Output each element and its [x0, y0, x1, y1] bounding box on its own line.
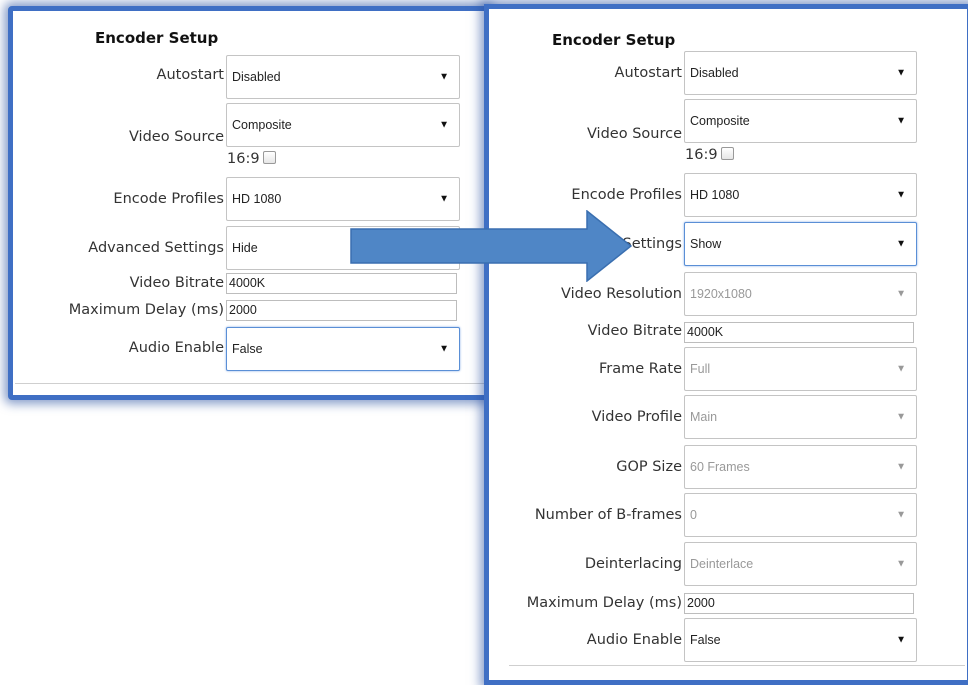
- chevron-down-icon: ▼: [896, 189, 906, 201]
- chevron-down-icon: ▼: [896, 288, 906, 300]
- autostart-select[interactable]: Disabled ▼: [226, 55, 460, 99]
- aspect-16-9-label: 16:9: [227, 151, 260, 167]
- max-delay-label: Maximum Delay (ms): [68, 302, 224, 318]
- audio-enable-select[interactable]: False ▼: [226, 327, 460, 371]
- advanced-settings-value: Hide: [232, 241, 258, 255]
- chevron-down-icon: ▼: [896, 67, 906, 79]
- aspect-16-9-checkbox[interactable]: [262, 151, 276, 164]
- video-source-label: Video Source: [128, 129, 224, 145]
- encode-profiles-label: Encode Profiles: [571, 187, 682, 203]
- video-source-select[interactable]: Composite ▼: [684, 99, 917, 143]
- deinterlacing-label: Deinterlacing: [584, 556, 682, 572]
- chevron-down-icon: ▼: [439, 71, 449, 83]
- video-source-select[interactable]: Composite ▼: [226, 103, 460, 147]
- gop-size-select[interactable]: 60 Frames ▼: [684, 445, 917, 489]
- b-frames-value: 0: [690, 508, 697, 522]
- aspect-16-9-checkbox[interactable]: [720, 147, 734, 160]
- audio-enable-label: Audio Enable: [586, 632, 682, 648]
- autostart-value: Disabled: [232, 70, 281, 84]
- chevron-down-icon: ▼: [896, 634, 906, 646]
- audio-enable-select[interactable]: False ▼: [684, 618, 917, 662]
- video-source-value: Composite: [232, 118, 292, 132]
- encoder-setup-panel-expanded: Encoder Setup Autostart Disabled ▼ Video…: [484, 4, 968, 685]
- video-profile-label: Video Profile: [591, 409, 682, 425]
- max-delay-input[interactable]: 2000: [226, 300, 457, 321]
- gop-size-value: 60 Frames: [690, 460, 750, 474]
- autostart-value: Disabled: [690, 66, 739, 80]
- deinterlacing-select[interactable]: Deinterlace ▼: [684, 542, 917, 586]
- video-resolution-value: 1920x1080: [690, 287, 752, 301]
- max-delay-input[interactable]: 2000: [684, 593, 914, 614]
- video-resolution-select[interactable]: 1920x1080 ▼: [684, 272, 917, 316]
- frame-rate-select[interactable]: Full ▼: [684, 347, 917, 391]
- video-source-label: Video Source: [586, 126, 682, 142]
- aspect-16-9-option: 16:9: [685, 147, 734, 163]
- frame-rate-label: Frame Rate: [598, 361, 682, 377]
- arrow-right-icon: [350, 210, 632, 282]
- video-source-value: Composite: [690, 114, 750, 128]
- deinterlacing-value: Deinterlace: [690, 557, 754, 571]
- encode-profiles-value: HD 1080: [690, 188, 740, 202]
- chevron-down-icon: ▼: [439, 343, 449, 355]
- video-bitrate-label: Video Bitrate: [587, 323, 682, 339]
- aspect-16-9-option: 16:9: [227, 151, 276, 167]
- advanced-settings-select[interactable]: Show ▼: [684, 222, 917, 266]
- video-bitrate-label: Video Bitrate: [129, 275, 224, 291]
- audio-enable-value: False: [232, 342, 263, 356]
- video-profile-value: Main: [690, 410, 718, 424]
- audio-enable-label: Audio Enable: [128, 340, 224, 356]
- audio-enable-value: False: [690, 633, 721, 647]
- autostart-label: Autostart: [614, 65, 682, 81]
- autostart-label: Autostart: [156, 67, 224, 83]
- panel-title: Encoder Setup: [95, 29, 219, 47]
- chevron-down-icon: ▼: [439, 119, 449, 131]
- encode-profiles-label: Encode Profiles: [113, 191, 224, 207]
- encoder-setup-panel-collapsed: Encoder Setup Autostart Disabled ▼ Video…: [8, 6, 491, 400]
- video-resolution-label: Video Resolution: [561, 286, 682, 302]
- advanced-settings-value: Show: [690, 237, 722, 251]
- aspect-16-9-label: 16:9: [685, 147, 718, 163]
- chevron-down-icon: ▼: [896, 558, 906, 570]
- divider: [15, 383, 484, 384]
- video-profile-select[interactable]: Main ▼: [684, 395, 917, 439]
- autostart-select[interactable]: Disabled ▼: [684, 51, 917, 95]
- frame-rate-value: Full: [690, 362, 711, 376]
- panel-title: Encoder Setup: [552, 31, 676, 49]
- b-frames-select[interactable]: 0 ▼: [684, 493, 917, 537]
- b-frames-label: Number of B-frames: [534, 507, 682, 523]
- chevron-down-icon: ▼: [896, 363, 906, 375]
- chevron-down-icon: ▼: [896, 411, 906, 423]
- chevron-down-icon: ▼: [896, 238, 906, 250]
- max-delay-label: Maximum Delay (ms): [526, 595, 682, 611]
- video-bitrate-input[interactable]: 4000K: [684, 322, 914, 343]
- encode-profiles-select[interactable]: HD 1080 ▼: [684, 173, 917, 217]
- divider: [509, 665, 965, 666]
- chevron-down-icon: ▼: [439, 193, 449, 205]
- advanced-settings-label: Advanced Settings: [88, 240, 224, 256]
- chevron-down-icon: ▼: [896, 509, 906, 521]
- gop-size-label: GOP Size: [616, 459, 682, 475]
- chevron-down-icon: ▼: [896, 115, 906, 127]
- chevron-down-icon: ▼: [896, 461, 906, 473]
- encode-profiles-value: HD 1080: [232, 192, 282, 206]
